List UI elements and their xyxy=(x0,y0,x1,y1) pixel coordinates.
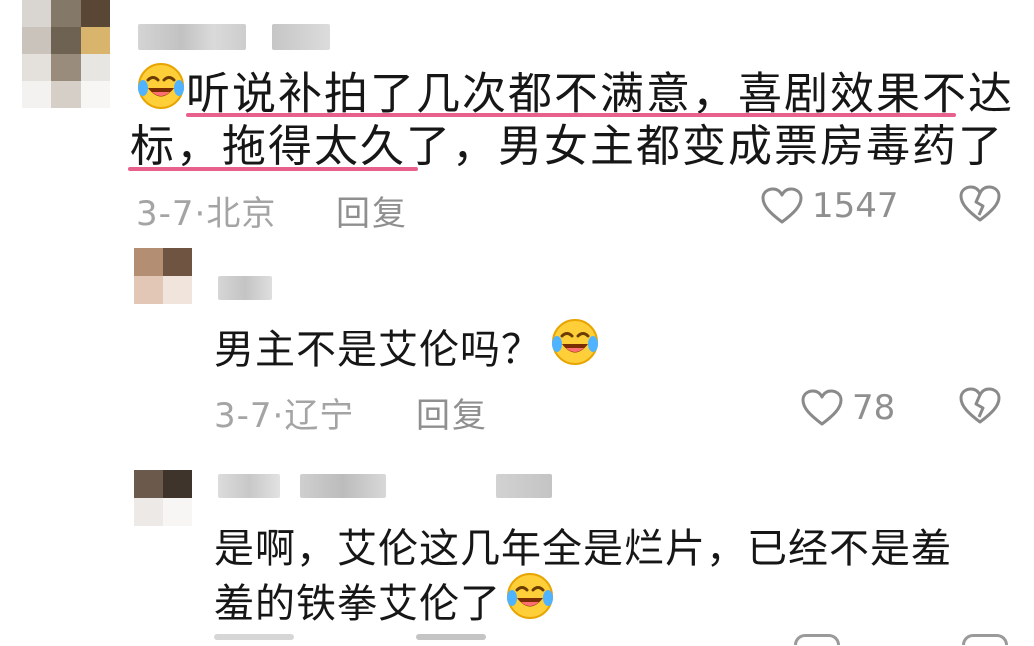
heart-outline-icon xyxy=(801,389,843,426)
user-badge-blurred xyxy=(496,474,552,498)
username-blurred[interactable] xyxy=(300,474,386,498)
broken-heart-icon xyxy=(959,185,1001,222)
heart-outline-icon xyxy=(761,187,803,224)
dislike-button[interactable] xyxy=(958,386,1002,430)
reply-button[interactable]: 回复 xyxy=(416,388,488,437)
highlight-underline xyxy=(186,113,956,117)
avatar[interactable] xyxy=(134,470,192,526)
username-blurred[interactable] xyxy=(218,276,272,300)
dislike-button[interactable] xyxy=(958,184,1002,228)
reply-date-location: 3-7·辽宁 xyxy=(214,396,355,436)
user-badge-blurred xyxy=(272,24,330,50)
laughing-crying-emoji xyxy=(505,571,555,635)
like-button[interactable]: 1547 xyxy=(760,182,899,230)
reply-button[interactable]: 回复 xyxy=(336,186,408,235)
cut-off-meta-row xyxy=(214,634,1014,646)
avatar[interactable] xyxy=(22,0,110,108)
broken-heart-icon xyxy=(959,387,1001,424)
laughing-crying-emoji xyxy=(550,317,600,381)
highlight-underline xyxy=(128,167,418,171)
like-count: 78 xyxy=(852,388,896,428)
like-count: 1547 xyxy=(812,186,899,226)
comment-text-line1: 听说补拍了几次都不满意，喜剧效果不达 xyxy=(186,68,1014,120)
comment-date-location: 3-7·北京 xyxy=(136,194,277,234)
reply-text-line2: 羞的铁拳艾伦了 xyxy=(214,571,555,638)
like-button[interactable]: 78 xyxy=(800,384,895,432)
avatar[interactable] xyxy=(134,248,192,304)
reply-text: 男主不是艾伦吗？ xyxy=(214,317,600,384)
username-blurred[interactable] xyxy=(218,474,280,498)
reply-text-line1: 是啊，艾伦这几年全是烂片，已经不是羞 xyxy=(214,526,952,572)
username-blurred[interactable] xyxy=(138,24,246,50)
laughing-crying-emoji xyxy=(136,61,186,126)
